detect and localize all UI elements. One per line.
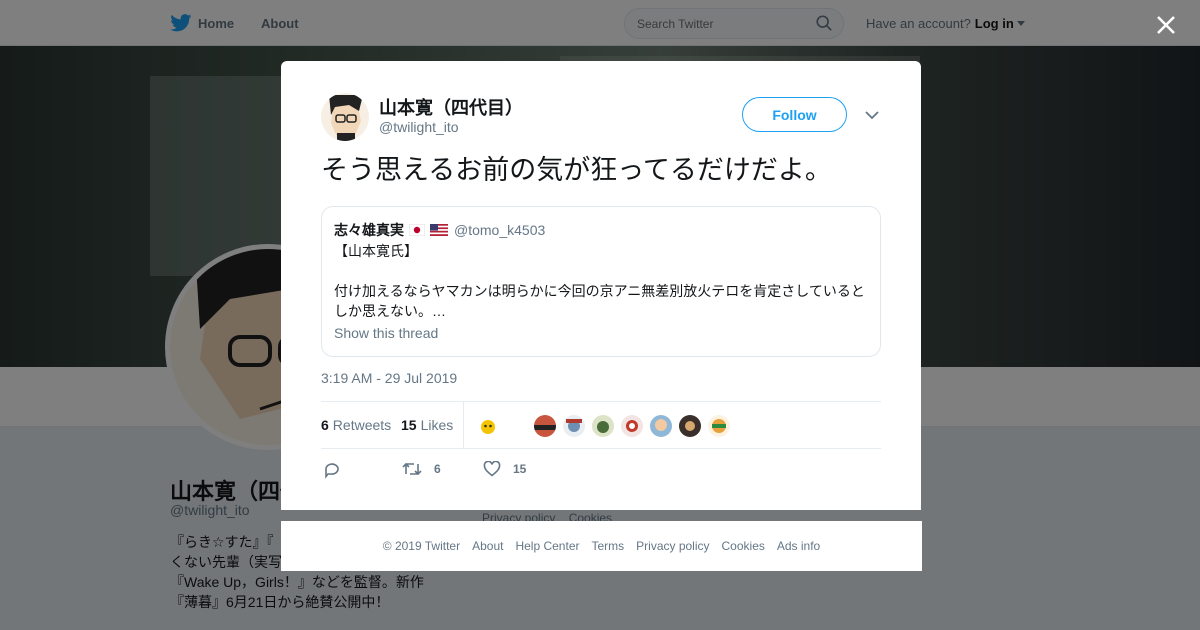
avatar-illustration: [329, 95, 363, 141]
liker-avatar[interactable]: [475, 413, 501, 439]
close-icon[interactable]: [1153, 12, 1179, 38]
quoted-author-handle: @tomo_k4503: [454, 222, 546, 238]
reply-button[interactable]: [323, 461, 353, 479]
likes-count: 15: [401, 417, 417, 433]
chevron-down-icon[interactable]: [865, 109, 879, 121]
liker-avatar[interactable]: [619, 413, 645, 439]
follow-button[interactable]: Follow: [742, 97, 847, 132]
quoted-line: 【山本寛氏】: [334, 243, 418, 259]
likes-stat[interactable]: 15 Likes: [401, 417, 453, 433]
retweets-count: 6: [321, 417, 329, 433]
retweet-count: 6: [434, 462, 441, 476]
quoted-tweet[interactable]: 志々雄真実 @tomo_k4503 【山本寛氏】 付け加えるならヤマカンは明らか…: [321, 206, 881, 357]
copyright: © 2019 Twitter: [382, 539, 461, 553]
quoted-line: [334, 261, 870, 281]
quoted-tweet-body: 【山本寛氏】 付け加えるならヤマカンは明らかに今回の京アニ無差別放火テロを肯定さ…: [334, 241, 870, 321]
us-flag-icon: [430, 224, 448, 236]
liker-avatar[interactable]: [561, 413, 587, 439]
retweet-button[interactable]: 6: [402, 461, 441, 477]
tweet-author-handle[interactable]: @twilight_ito: [379, 119, 459, 135]
tweet-timestamp[interactable]: 3:19 AM - 29 Jul 2019: [321, 370, 457, 386]
liker-avatar[interactable]: [532, 413, 558, 439]
heart-icon: [483, 461, 501, 477]
footer-link-about[interactable]: About: [472, 539, 503, 553]
japan-flag-icon: [409, 224, 425, 236]
tweet-text: そう思えるお前の気が狂ってるだけだよ。: [321, 155, 832, 185]
liker-avatar[interactable]: [677, 413, 703, 439]
show-thread-link[interactable]: Show this thread: [334, 325, 438, 341]
liker-avatar[interactable]: [590, 413, 616, 439]
avatar[interactable]: [321, 93, 369, 141]
liker-avatar[interactable]: [648, 413, 674, 439]
tweet-author-name[interactable]: 山本寛（四代目）: [379, 94, 523, 120]
stats-divider: [463, 402, 464, 449]
retweets-label: Retweets: [332, 417, 392, 433]
likes-label: Likes: [420, 417, 454, 433]
retweet-icon: [402, 462, 422, 476]
footer-link-cookies[interactable]: Cookies: [722, 539, 765, 553]
retweets-stat[interactable]: 6 Retweets: [321, 417, 391, 433]
reply-icon: [325, 463, 339, 479]
footer-link-terms[interactable]: Terms: [591, 539, 624, 553]
quoted-line: 付け加えるならヤマカンは明らかに今回の京アニ無差別放火テロを肯定さしていると: [334, 283, 865, 299]
like-button[interactable]: 15: [483, 461, 526, 477]
footer-link-help-center[interactable]: Help Center: [515, 539, 579, 553]
quoted-author-name: 志々雄真実: [334, 222, 404, 238]
tweet-stats: 6 Retweets 15 Likes: [321, 401, 881, 449]
modal-footer: © 2019 Twitter About Help Center Terms P…: [281, 521, 922, 571]
tweet-modal: 山本寛（四代目） @twilight_ito Follow そう思えるお前の気が…: [281, 61, 921, 510]
quoted-tweet-header: 志々雄真実 @tomo_k4503: [334, 220, 545, 240]
liker-avatar[interactable]: [706, 413, 732, 439]
like-count: 15: [513, 462, 527, 476]
footer-link-ads-info[interactable]: Ads info: [777, 539, 820, 553]
footer-link-privacy[interactable]: Privacy policy: [636, 539, 709, 553]
quoted-line: しか思えない。…: [334, 303, 446, 319]
